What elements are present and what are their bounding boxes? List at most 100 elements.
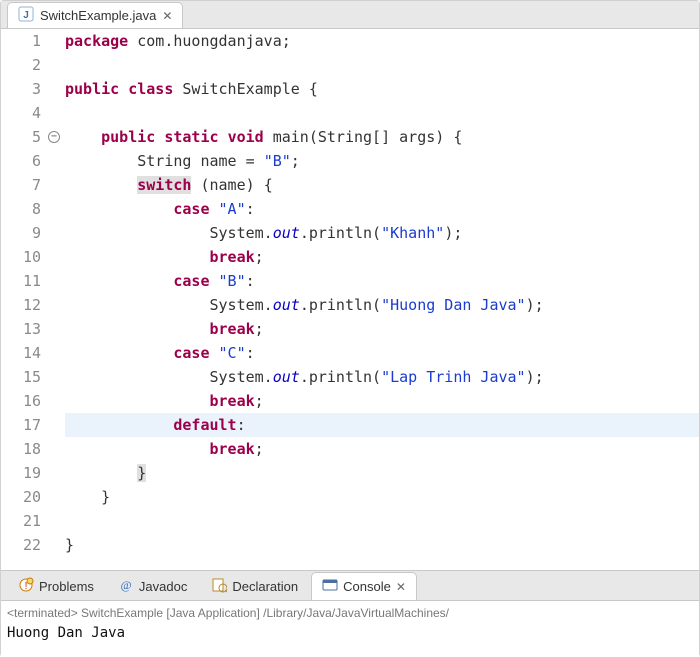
code-token: main(String[] args)	[264, 128, 454, 146]
view-tab-javadoc[interactable]: @ Javadoc	[107, 572, 198, 600]
code-token: ;	[255, 440, 264, 458]
code-area[interactable]: package com.huongdanjava; public class Sw…	[65, 29, 699, 570]
code-token: .println(	[300, 368, 381, 386]
code-line[interactable]: switch (name) {	[65, 173, 699, 197]
code-token: break	[210, 440, 255, 458]
code-token: ;	[453, 224, 462, 242]
code-token	[65, 176, 137, 194]
code-token: System.	[65, 224, 273, 242]
code-line[interactable]: break;	[65, 245, 699, 269]
code-token: (name)	[191, 176, 263, 194]
view-tab-declaration[interactable]: Declaration	[200, 572, 309, 600]
line-number: 15	[1, 365, 41, 389]
line-number: 16	[1, 389, 41, 413]
editor-tab[interactable]: J SwitchExample.java ✕	[7, 2, 183, 28]
line-number: 9	[1, 221, 41, 245]
code-token: case	[173, 344, 209, 362]
code-token: {	[309, 80, 318, 98]
line-number: 21	[1, 509, 41, 533]
line-number-gutter: 12345678910111213141516171819202122	[1, 29, 47, 570]
code-token: case	[173, 200, 209, 218]
fold-marker-column: −	[47, 29, 65, 570]
code-token: "Huong Dan Java"	[381, 296, 526, 314]
code-token: {	[453, 128, 462, 146]
java-file-icon: J	[18, 6, 34, 25]
declaration-icon	[211, 577, 227, 596]
console-output-line: Huong Dan Java	[7, 623, 693, 643]
code-line[interactable]: public static void main(String[] args) {	[65, 125, 699, 149]
code-line[interactable]: case "A":	[65, 197, 699, 221]
code-line[interactable]: case "B":	[65, 269, 699, 293]
code-token: out	[273, 368, 300, 386]
code-line[interactable]: }	[65, 461, 699, 485]
code-token: out	[273, 224, 300, 242]
code-line[interactable]: String name = "B";	[65, 149, 699, 173]
editor-tab-filename: SwitchExample.java	[40, 8, 156, 23]
code-token: "C"	[219, 344, 246, 362]
code-token: :	[246, 272, 255, 290]
code-line[interactable]: case "C":	[65, 341, 699, 365]
console-view[interactable]: <terminated> SwitchExample [Java Applica…	[1, 601, 699, 657]
code-token: )	[444, 224, 453, 242]
svg-text:J: J	[23, 10, 29, 21]
code-token: break	[210, 320, 255, 338]
code-token	[65, 248, 210, 266]
code-token: :	[246, 344, 255, 362]
code-token: default	[173, 416, 236, 434]
fold-toggle-icon[interactable]: −	[48, 131, 60, 143]
view-tab-label: Problems	[39, 579, 94, 594]
code-line[interactable]: break;	[65, 317, 699, 341]
code-line[interactable]: System.out.println("Huong Dan Java");	[65, 293, 699, 317]
line-number: 14	[1, 341, 41, 365]
code-token	[65, 464, 137, 482]
line-number: 17	[1, 413, 41, 437]
code-line[interactable]	[65, 509, 699, 533]
view-tab-label: Declaration	[232, 579, 298, 594]
view-tab-label: Console	[343, 579, 391, 594]
views-tabbar: ! Problems @ Javadoc Declaration Console ✕	[1, 571, 699, 601]
line-number: 18	[1, 437, 41, 461]
code-line[interactable]: }	[65, 533, 699, 557]
code-token: ;	[282, 32, 291, 50]
code-line[interactable]: System.out.println("Lap Trinh Java");	[65, 365, 699, 389]
line-number: 22	[1, 533, 41, 557]
code-line[interactable]	[65, 101, 699, 125]
code-editor[interactable]: 12345678910111213141516171819202122 − pa…	[1, 29, 699, 571]
line-number: 20	[1, 485, 41, 509]
line-number: 5	[1, 125, 41, 149]
javadoc-icon: @	[118, 577, 134, 596]
code-line[interactable]: }	[65, 485, 699, 509]
code-token: void	[228, 128, 264, 146]
code-token: )	[526, 296, 535, 314]
code-token: String name =	[65, 152, 264, 170]
code-token	[65, 200, 173, 218]
line-number: 2	[1, 53, 41, 77]
code-token: }	[101, 488, 110, 506]
code-line[interactable]	[65, 53, 699, 77]
code-token: ;	[535, 368, 544, 386]
view-tab-console[interactable]: Console ✕	[311, 572, 417, 600]
close-icon[interactable]: ✕	[396, 580, 406, 594]
view-tab-problems[interactable]: ! Problems	[7, 572, 105, 600]
code-token	[65, 320, 210, 338]
code-line[interactable]: break;	[65, 437, 699, 461]
code-token: class	[128, 80, 173, 98]
code-token	[65, 344, 173, 362]
code-token: public	[101, 128, 155, 146]
code-line[interactable]: package com.huongdanjava;	[65, 29, 699, 53]
code-token	[65, 488, 101, 506]
code-token	[65, 128, 101, 146]
line-number: 4	[1, 101, 41, 125]
view-tab-label: Javadoc	[139, 579, 187, 594]
code-token: public	[65, 80, 119, 98]
code-token: break	[210, 392, 255, 410]
line-number: 1	[1, 29, 41, 53]
code-line[interactable]: System.out.println("Khanh");	[65, 221, 699, 245]
code-line[interactable]: public class SwitchExample {	[65, 77, 699, 101]
code-line[interactable]: default:	[65, 413, 699, 437]
code-line[interactable]: break;	[65, 389, 699, 413]
close-icon[interactable]: ✕	[162, 9, 172, 23]
problems-icon: !	[18, 577, 34, 596]
code-token: package	[65, 32, 128, 50]
code-token: ;	[255, 320, 264, 338]
